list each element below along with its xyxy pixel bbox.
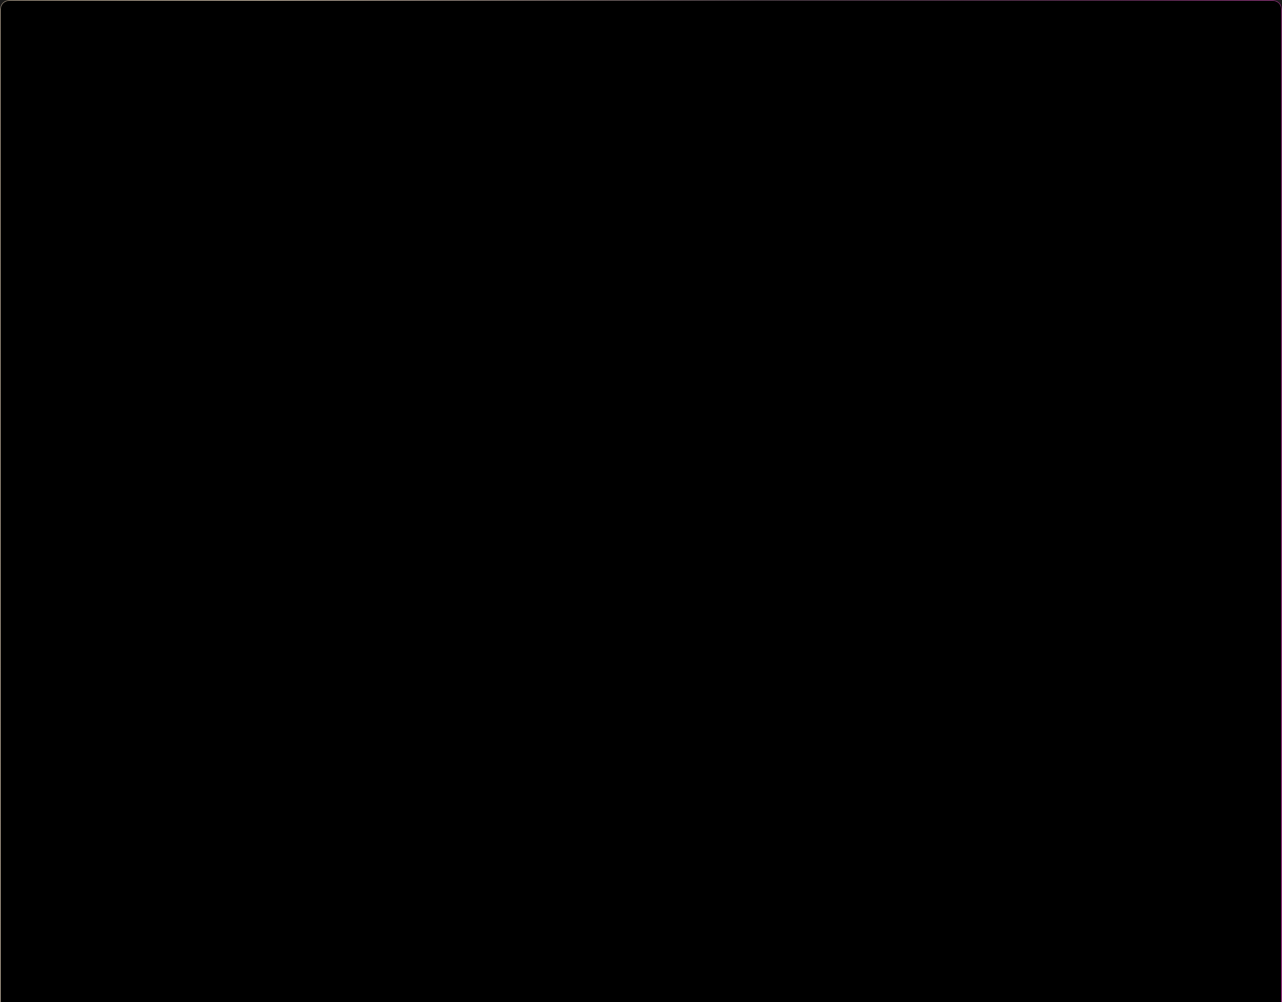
page-title: Display Settings: [14, 150, 237, 182]
sidebar-item-label: Color Calibration: [64, 262, 206, 283]
contrast-slider[interactable]: [452, 847, 740, 867]
minimize-icon: [1159, 21, 1170, 24]
effect-selected-value: Photo Mode: [457, 560, 555, 580]
sidebar-item-label: Display Functions: [64, 212, 214, 233]
sidebar: Home Display Settings Display Functions …: [0, 45, 420, 1002]
home-icon: [11, 97, 41, 123]
effect-dropdown[interactable]: Photo Mode: [441, 551, 690, 590]
color-enhancement-toggle[interactable]: [452, 472, 507, 496]
close-button[interactable]: [1235, 0, 1282, 45]
app-window: Home Display Settings Display Functions …: [0, 0, 1282, 1002]
home-label: Home: [56, 98, 116, 121]
brightness-slider[interactable]: [452, 645, 740, 665]
slider-thumb[interactable]: [557, 949, 567, 969]
chevron-down-icon: [660, 566, 676, 575]
contrast-slider-group: Contrast: [439, 806, 769, 867]
title-bar: [0, 0, 1282, 45]
color-enhancement-toggle-row[interactable]: Color enhancement: [452, 472, 700, 496]
restore-button[interactable]: Restore: [714, 556, 797, 595]
selection-indicator: [12, 260, 15, 286]
brightness-label: Brightness: [439, 604, 520, 623]
effect-label: Effect: [439, 523, 480, 540]
maximize-button[interactable]: [1188, 0, 1235, 45]
slider-track-fill: [452, 652, 588, 658]
sidebar-item-display-functions[interactable]: Display Functions: [0, 201, 420, 245]
selection-indicator: [12, 210, 15, 236]
main-content: Display Functions Color enhancement Effe…: [420, 45, 1282, 1002]
slider-track-fill: [452, 854, 504, 860]
gamma-label: Gamma: [439, 908, 500, 927]
slider-track-fill: [452, 753, 539, 759]
color-temperature-label: Color temperature: [439, 705, 577, 724]
contrast-label: Contrast: [439, 806, 504, 825]
monitor-icon: [22, 211, 52, 235]
content-title: Display Functions: [440, 98, 671, 130]
minimize-button[interactable]: [1141, 0, 1188, 45]
color-temperature-slider[interactable]: [452, 746, 740, 766]
sidebar-item-color-calibration[interactable]: Color Calibration: [0, 251, 420, 295]
parrot-feather-preview: [452, 192, 952, 442]
gamma-slider-group: Gamma: [439, 908, 769, 969]
gamma-slider[interactable]: [452, 949, 740, 969]
slider-thumb[interactable]: [499, 847, 509, 867]
color-calibration-icon: [22, 261, 52, 285]
slider-track-fill: [452, 956, 562, 962]
close-icon: [1251, 15, 1266, 30]
color-enhancement-label: Color enhancement: [534, 473, 700, 494]
color-temperature-slider-group: Color temperature: [439, 705, 769, 766]
maximize-icon: [1205, 16, 1218, 29]
slider-thumb[interactable]: [583, 645, 593, 665]
restore-button-label: Restore: [725, 565, 786, 585]
brightness-slider-group: Brightness: [439, 604, 769, 665]
slider-thumb[interactable]: [534, 746, 544, 766]
home-button[interactable]: Home: [10, 95, 115, 125]
